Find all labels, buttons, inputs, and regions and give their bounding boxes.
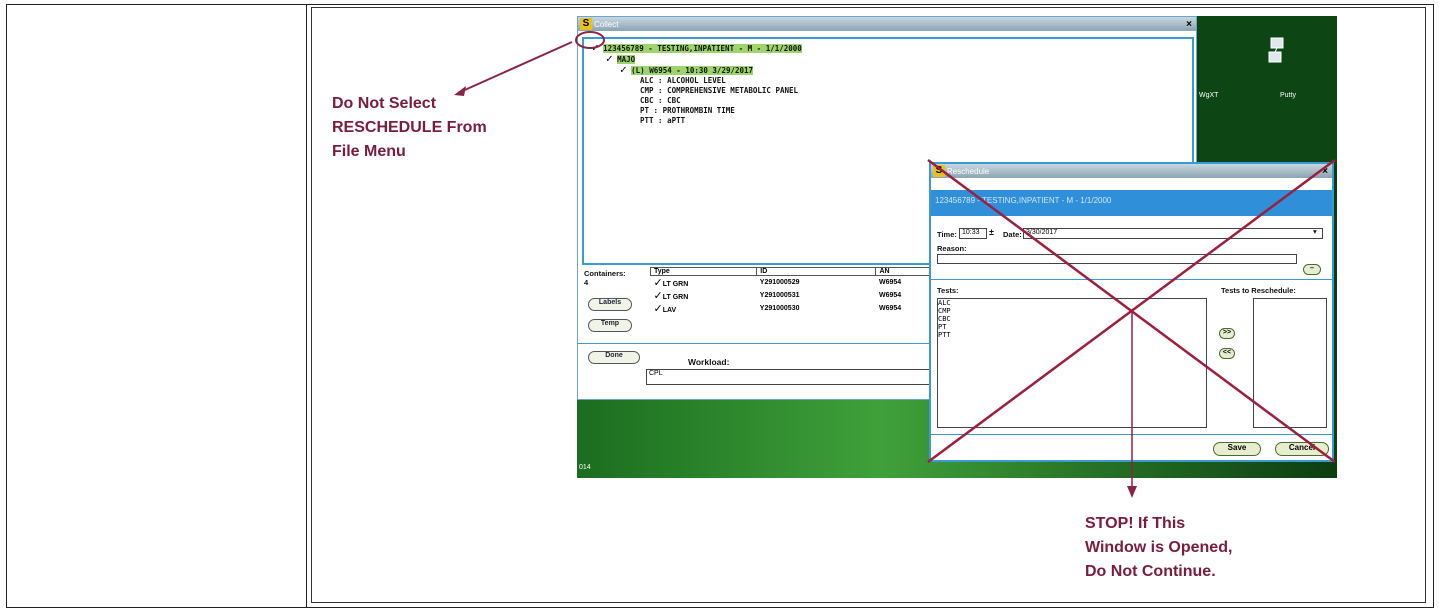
check-icon: ✓	[620, 63, 627, 76]
list-item[interactable]: PT	[938, 323, 1206, 331]
list-item[interactable]: ALC	[938, 299, 1206, 307]
annotation-top-line: RESCHEDULE From	[332, 119, 487, 136]
order-tree: ✓ 123456789 - TESTING,INPATIENT - M - 1/…	[592, 41, 802, 126]
network-icon[interactable]	[1267, 36, 1289, 66]
workload-field[interactable]: CPL	[646, 369, 946, 385]
reason-lookup-icon[interactable]: –	[1303, 264, 1321, 275]
table-cell: LAV	[662, 307, 677, 314]
time-label: Time:	[937, 230, 957, 239]
tree-order-node[interactable]: ✓ (L) W6954 - 10:30 3/29/2017	[592, 63, 802, 76]
app-logo-icon: S	[933, 165, 945, 177]
tree-test-item[interactable]: ALC : ALCOHOL LEVEL	[592, 76, 802, 86]
containers-count: 4	[584, 278, 589, 287]
desktop-icon-label-wgxt: WgXT	[1199, 92, 1219, 99]
list-item[interactable]: CBC	[938, 315, 1206, 323]
table-header-row: Type ID AN	[649, 267, 950, 276]
column-header: ID	[756, 267, 877, 276]
done-button[interactable]: Done	[588, 351, 640, 364]
left-column	[7, 5, 307, 607]
annotation-bottom-line: STOP! If This	[1085, 515, 1186, 532]
temp-button[interactable]: Temp	[588, 319, 632, 332]
check-icon: ✓	[653, 303, 663, 315]
cancel-button[interactable]: Cancel	[1275, 442, 1329, 456]
annotation-top-line: Do Not Select	[332, 95, 437, 112]
table-cell: Y291000531	[759, 292, 800, 299]
patient-banner: 123456789 - TESTING,INPATIENT - M - 1/1/…	[931, 190, 1332, 216]
tree-test-item[interactable]: CMP : COMPREHENSIVE METABOLIC PANEL	[592, 86, 802, 96]
table-row[interactable]: ✓LT GRN Y291000529 W6954	[651, 276, 950, 289]
desktop-icon-label-putty: Putty	[1280, 92, 1296, 99]
time-input[interactable]: 10:33	[959, 228, 987, 239]
embedded-screenshot: WgXT Putty 014 S Collect × ✓ 123456789 -…	[577, 16, 1337, 478]
tests-to-reschedule-label: Tests to Reschedule:	[1221, 286, 1296, 295]
close-icon[interactable]: ×	[1322, 166, 1328, 177]
close-icon[interactable]: ×	[1186, 19, 1192, 30]
reason-label: Reason:	[937, 244, 967, 253]
app-logo-icon: S	[580, 18, 592, 30]
containers-table: Type ID AN ✓LT GRN Y291000529 W6954 ✓LT …	[649, 267, 950, 315]
table-row[interactable]: ✓LAV Y291000530 W6954	[651, 302, 950, 315]
taskbar-text: 014	[579, 464, 591, 471]
table-cell: Y291000530	[759, 305, 800, 312]
table-cell: LT GRN	[662, 281, 689, 288]
date-select[interactable]: 3/30/2017	[1023, 228, 1323, 239]
table-cell: Y291000529	[759, 279, 800, 286]
tests-label: Tests:	[937, 286, 959, 295]
annotation-top: Do Not Select RESCHEDULE From File Menu	[332, 92, 487, 164]
move-right-button[interactable]: >>	[1219, 328, 1235, 339]
time-spinner-icon[interactable]: ±	[989, 227, 994, 237]
table-row[interactable]: ✓LT GRN Y291000531 W6954	[651, 289, 950, 302]
annotation-top-line: File Menu	[332, 143, 406, 160]
dropdown-arrow-icon[interactable]: ▾	[1313, 227, 1317, 236]
date-label: Date:	[1003, 230, 1022, 239]
collect-titlebar: S Collect ×	[578, 17, 1196, 31]
tests-to-reschedule-list[interactable]	[1253, 298, 1327, 428]
tree-patient-node[interactable]: ✓ 123456789 - TESTING,INPATIENT - M - 1/…	[592, 41, 802, 54]
tree-test-item[interactable]: CBC : CBC	[592, 96, 802, 106]
containers-label: Containers:	[584, 269, 626, 278]
labels-button[interactable]: Labels	[588, 298, 632, 311]
list-item[interactable]: PTT	[938, 331, 1206, 339]
move-left-button[interactable]: <<	[1219, 348, 1235, 359]
annotation-bottom-line: Window is Opened,	[1085, 539, 1233, 556]
collect-title: Collect	[594, 19, 619, 29]
reschedule-window: S Reschedule × 123456789 - TESTING,INPAT…	[929, 162, 1334, 462]
check-icon: ✓	[592, 41, 599, 54]
column-header: Type	[649, 267, 758, 276]
divider	[931, 434, 1332, 435]
check-icon: ✓	[653, 290, 663, 302]
tree-test-item[interactable]: PT : PROTHROMBIN TIME	[592, 106, 802, 116]
reschedule-title: Reschedule	[947, 166, 990, 176]
annotation-bottom: STOP! If This Window is Opened, Do Not C…	[1085, 512, 1232, 584]
reschedule-titlebar: S Reschedule ×	[931, 164, 1332, 178]
table-cell: LT GRN	[662, 294, 689, 301]
check-icon: ✓	[606, 52, 613, 65]
save-button[interactable]: Save	[1213, 442, 1261, 456]
check-icon: ✓	[653, 277, 663, 289]
divider	[931, 279, 1332, 280]
reason-input[interactable]	[937, 254, 1297, 264]
tests-list[interactable]: ALC CMP CBC PT PTT	[937, 298, 1207, 428]
list-item[interactable]: CMP	[938, 307, 1206, 315]
tree-test-item[interactable]: PTT : aPTT	[592, 116, 802, 126]
workload-label: Workload:	[688, 357, 730, 367]
annotation-bottom-line: Do Not Continue.	[1085, 563, 1216, 580]
